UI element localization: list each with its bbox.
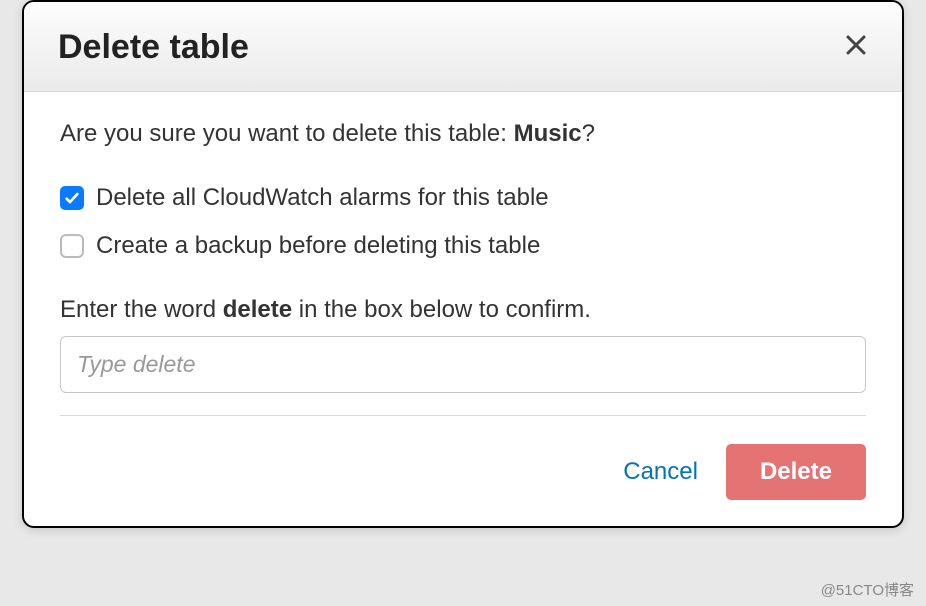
close-icon[interactable] bbox=[844, 33, 868, 63]
instruction-prefix: Enter the word bbox=[60, 296, 223, 323]
cloudwatch-checkbox-row: Delete all CloudWatch alarms for this ta… bbox=[60, 184, 866, 212]
modal-header: Delete table bbox=[24, 2, 902, 92]
cancel-button[interactable]: Cancel bbox=[623, 458, 698, 486]
confirm-text: Are you sure you want to delete this tab… bbox=[60, 120, 866, 148]
delete-table-modal: Delete table Are you sure you want to de… bbox=[22, 0, 904, 528]
modal-footer: Cancel Delete bbox=[24, 426, 902, 526]
confirm-prefix: Are you sure you want to delete this tab… bbox=[60, 120, 514, 147]
watermark: @51CTO博客 bbox=[821, 579, 914, 600]
cloudwatch-checkbox[interactable] bbox=[60, 186, 84, 210]
delete-button[interactable]: Delete bbox=[726, 444, 866, 500]
instruction-keyword: delete bbox=[223, 296, 292, 323]
table-name: Music bbox=[514, 120, 582, 147]
backup-checkbox-row: Create a backup before deleting this tab… bbox=[60, 232, 866, 260]
divider bbox=[60, 415, 866, 416]
instruction-text: Enter the word delete in the box below t… bbox=[60, 296, 866, 324]
modal-body: Are you sure you want to delete this tab… bbox=[24, 92, 902, 426]
instruction-suffix: in the box below to confirm. bbox=[292, 296, 591, 323]
confirm-suffix: ? bbox=[582, 120, 595, 147]
backup-checkbox-label: Create a backup before deleting this tab… bbox=[96, 232, 540, 260]
modal-title: Delete table bbox=[58, 28, 249, 67]
confirm-input[interactable] bbox=[60, 336, 866, 393]
backup-checkbox[interactable] bbox=[60, 234, 84, 258]
cloudwatch-checkbox-label: Delete all CloudWatch alarms for this ta… bbox=[96, 184, 549, 212]
modal-backdrop: Delete table Are you sure you want to de… bbox=[0, 0, 926, 606]
